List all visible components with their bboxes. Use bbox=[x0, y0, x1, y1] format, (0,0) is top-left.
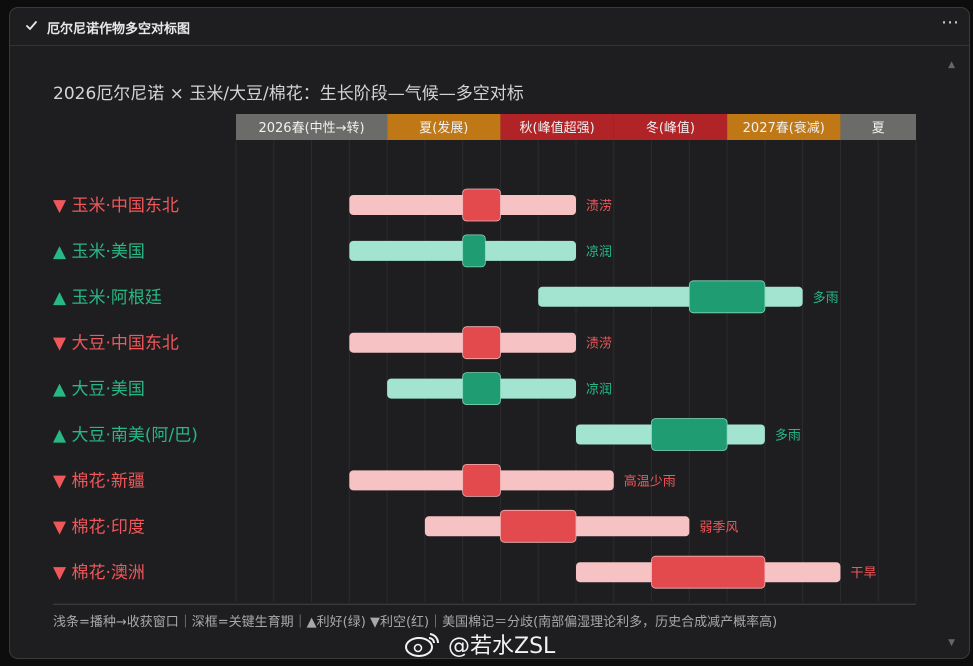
critical-period-box bbox=[651, 418, 728, 451]
climate-label: 凉润 bbox=[586, 245, 612, 260]
gantt-chart: 2026厄尔尼诺 × 玉米/大豆/棉花：生长阶段—气候—多空对标 2026春(中性… bbox=[53, 84, 917, 630]
climate-label: 弱季风 bbox=[699, 520, 738, 535]
title-bar: 厄尔尼诺作物多空对标图 ⋯ bbox=[10, 8, 969, 46]
watermark-text: @若水ZSL bbox=[448, 634, 556, 659]
climate-label: 多雨 bbox=[813, 290, 839, 306]
phase-label: 2026春(中性→转) bbox=[258, 121, 364, 136]
phase-label: 2027春(衰减) bbox=[743, 120, 825, 136]
more-options-icon[interactable]: ⋯ bbox=[941, 12, 960, 33]
row-label: ▲ 大豆·南美(阿/巴) bbox=[53, 426, 198, 446]
climate-label: 渍涝 bbox=[586, 336, 612, 352]
row-label: ▼ 棉花·新疆 bbox=[53, 471, 145, 491]
chart-area: 2026厄尔尼诺 × 玉米/大豆/棉花：生长阶段—气候—多空对标 2026春(中性… bbox=[10, 46, 969, 658]
scroll-up-arrow[interactable]: ▲ bbox=[948, 60, 955, 70]
scroll-down-arrow[interactable]: ▼ bbox=[948, 638, 955, 648]
row-label: ▼ 棉花·澳洲 bbox=[53, 563, 145, 583]
critical-period-box bbox=[462, 234, 486, 268]
critical-period-box bbox=[462, 326, 501, 360]
phase-label: 秋(峰值超强) bbox=[520, 120, 595, 136]
row-label: ▼ 棉花·印度 bbox=[53, 517, 145, 537]
climate-label: 干旱 bbox=[850, 566, 876, 581]
watermark: @若水ZSL bbox=[404, 628, 555, 660]
climate-label: 高温少雨 bbox=[624, 473, 676, 489]
climate-label: 多雨 bbox=[775, 428, 801, 444]
app-window: 厄尔尼诺作物多空对标图 ⋯ 2026厄尔尼诺 × 玉米/大豆/棉花：生长阶段—气… bbox=[9, 7, 970, 659]
chart-title: 2026厄尔尼诺 × 玉米/大豆/棉花：生长阶段—气候—多空对标 bbox=[53, 84, 524, 104]
row-label: ▲ 玉米·阿根廷 bbox=[53, 288, 162, 308]
critical-period-box bbox=[688, 280, 766, 314]
climate-label: 渍涝 bbox=[586, 198, 612, 214]
critical-period-box bbox=[462, 463, 501, 497]
weibo-logo-icon bbox=[405, 633, 440, 657]
critical-period-box bbox=[462, 372, 501, 406]
phase-label: 夏(发展) bbox=[419, 120, 468, 136]
climate-label: 凉润 bbox=[586, 383, 612, 398]
critical-period-box bbox=[651, 555, 766, 589]
row-label: ▼ 玉米·中国东北 bbox=[53, 196, 179, 216]
phase-label: 夏 bbox=[872, 121, 885, 136]
window-title: 厄尔尼诺作物多空对标图 bbox=[47, 22, 191, 37]
critical-period-box bbox=[462, 188, 501, 222]
critical-period-box bbox=[500, 509, 577, 543]
row-label: ▼ 大豆·中国东北 bbox=[53, 334, 179, 354]
row-label: ▲ 玉米·美国 bbox=[53, 242, 145, 262]
row-label: ▲ 大豆·美国 bbox=[53, 380, 145, 400]
check-icon bbox=[26, 21, 37, 30]
phase-label: 冬(峰值) bbox=[646, 120, 695, 136]
